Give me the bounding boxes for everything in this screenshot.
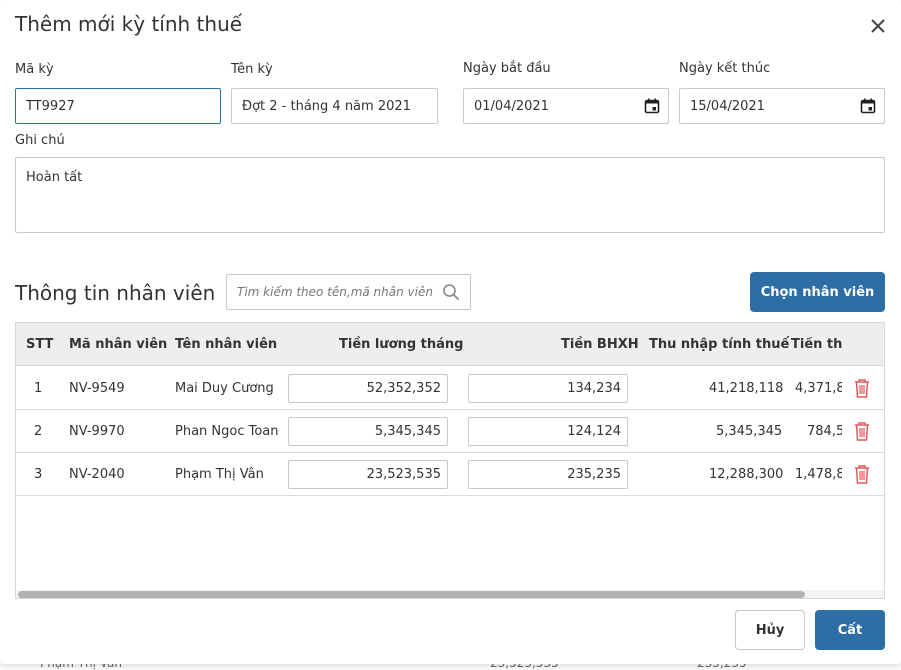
salary-input[interactable]: 23,523,535 (288, 460, 448, 489)
row-stt: 2 (34, 424, 43, 439)
salary-input[interactable]: 52,352,352 (288, 374, 448, 403)
row-stt: 3 (34, 467, 43, 482)
row-tax-amount: 1,478,830 (795, 467, 842, 482)
tax-period-dialog: Thêm mới kỳ tính thuế Mã kỳ Tên kỳ Ngày … (0, 0, 901, 664)
employee-search-input[interactable]: Tìm kiếm theo tên,mã nhân viên (226, 274, 471, 310)
choose-employee-button[interactable]: Chọn nhân viên (750, 272, 885, 312)
salary-value: 5,345,345 (374, 424, 441, 439)
bhxh-input[interactable]: 235,235 (468, 460, 628, 489)
calendar-icon[interactable] (644, 98, 660, 114)
table-header: STT Mã nhân viên Tên nhân viên Tiền lươn… (16, 323, 884, 366)
bhxh-input[interactable]: 124,124 (468, 417, 628, 446)
code-input[interactable]: TT9927 (15, 88, 221, 124)
col-stt: STT (26, 337, 54, 352)
bhxh-value: 134,234 (567, 381, 621, 396)
row-employee-name: Mai Duy Cương (175, 381, 274, 396)
row-employee-code: NV-9549 (69, 381, 125, 396)
row-taxable-income: 12,288,300 (709, 467, 784, 482)
start-date-input[interactable]: 01/04/2021 (463, 88, 669, 124)
start-date-label: Ngày bắt đầu (463, 61, 551, 76)
end-date-input[interactable]: 15/04/2021 (679, 88, 885, 124)
bhxh-value: 235,235 (567, 467, 621, 482)
col-monthly-salary: Tiền lương tháng (339, 337, 464, 352)
row-employee-code: NV-9970 (69, 424, 125, 439)
salary-input[interactable]: 5,345,345 (288, 417, 448, 446)
col-taxable-income: Thu nhập tính thuế (649, 337, 790, 352)
row-tax-amount: 784,534 (807, 424, 842, 439)
dialog-title: Thêm mới kỳ tính thuế (15, 12, 243, 36)
employee-section-title: Thông tin nhân viên (15, 281, 216, 305)
cancel-button[interactable]: Hủy (735, 610, 805, 650)
row-taxable-income: 5,345,345 (716, 424, 783, 439)
end-date-label: Ngày kết thúc (679, 61, 771, 76)
search-placeholder: Tìm kiếm theo tên,mã nhân viên (237, 285, 433, 299)
trash-icon[interactable] (852, 420, 872, 442)
col-bhxh: Tiền BHXH (561, 337, 639, 352)
note-textarea[interactable]: Hoàn tất (15, 157, 885, 233)
trash-icon[interactable] (852, 463, 872, 485)
code-label: Mã kỳ (15, 62, 54, 77)
end-date-value: 15/04/2021 (690, 98, 765, 114)
row-taxable-income: 41,218,118 (709, 381, 784, 396)
table-row: 1 NV-9549 Mai Duy Cương 52,352,352 134,2… (16, 367, 884, 410)
code-input-value: TT9927 (26, 98, 75, 114)
name-input-value: Đợt 2 - tháng 4 năm 2021 (242, 98, 411, 114)
table-row: 3 NV-2040 Phạm Thị Vân 23,523,535 235,23… (16, 453, 884, 496)
calendar-icon[interactable] (860, 98, 876, 114)
row-tax-amount: 4,371,818 (795, 381, 842, 396)
trash-icon[interactable] (852, 377, 872, 399)
name-label: Tên kỳ (231, 62, 273, 77)
table-row: 2 NV-9970 Phan Ngoc Toan 5,345,345 124,1… (16, 410, 884, 453)
row-employee-name: Phạm Thị Vân (175, 467, 264, 482)
employee-table: STT Mã nhân viên Tên nhân viên Tiền lươn… (15, 322, 885, 599)
close-button[interactable] (866, 14, 890, 38)
col-tax-amount: Tiền thuế (791, 337, 842, 352)
bhxh-input[interactable]: 134,234 (468, 374, 628, 403)
row-employee-code: NV-2040 (69, 467, 125, 482)
note-label: Ghi chú (15, 133, 65, 148)
search-icon[interactable] (442, 283, 460, 301)
note-value: Hoàn tất (26, 170, 83, 185)
salary-value: 52,352,352 (366, 381, 441, 396)
row-stt: 1 (34, 381, 43, 396)
name-input[interactable]: Đợt 2 - tháng 4 năm 2021 (231, 88, 438, 124)
scrollbar-thumb[interactable] (18, 591, 805, 598)
start-date-value: 01/04/2021 (474, 98, 549, 114)
save-button[interactable]: Cất (815, 610, 885, 650)
bhxh-value: 124,124 (567, 424, 621, 439)
col-employee-code: Mã nhân viên (69, 337, 168, 352)
salary-value: 23,523,535 (366, 467, 441, 482)
col-employee-name: Tên nhân viên (175, 337, 278, 352)
close-icon (871, 19, 885, 33)
row-employee-name: Phan Ngoc Toan (175, 424, 279, 439)
horizontal-scrollbar[interactable] (16, 590, 884, 598)
